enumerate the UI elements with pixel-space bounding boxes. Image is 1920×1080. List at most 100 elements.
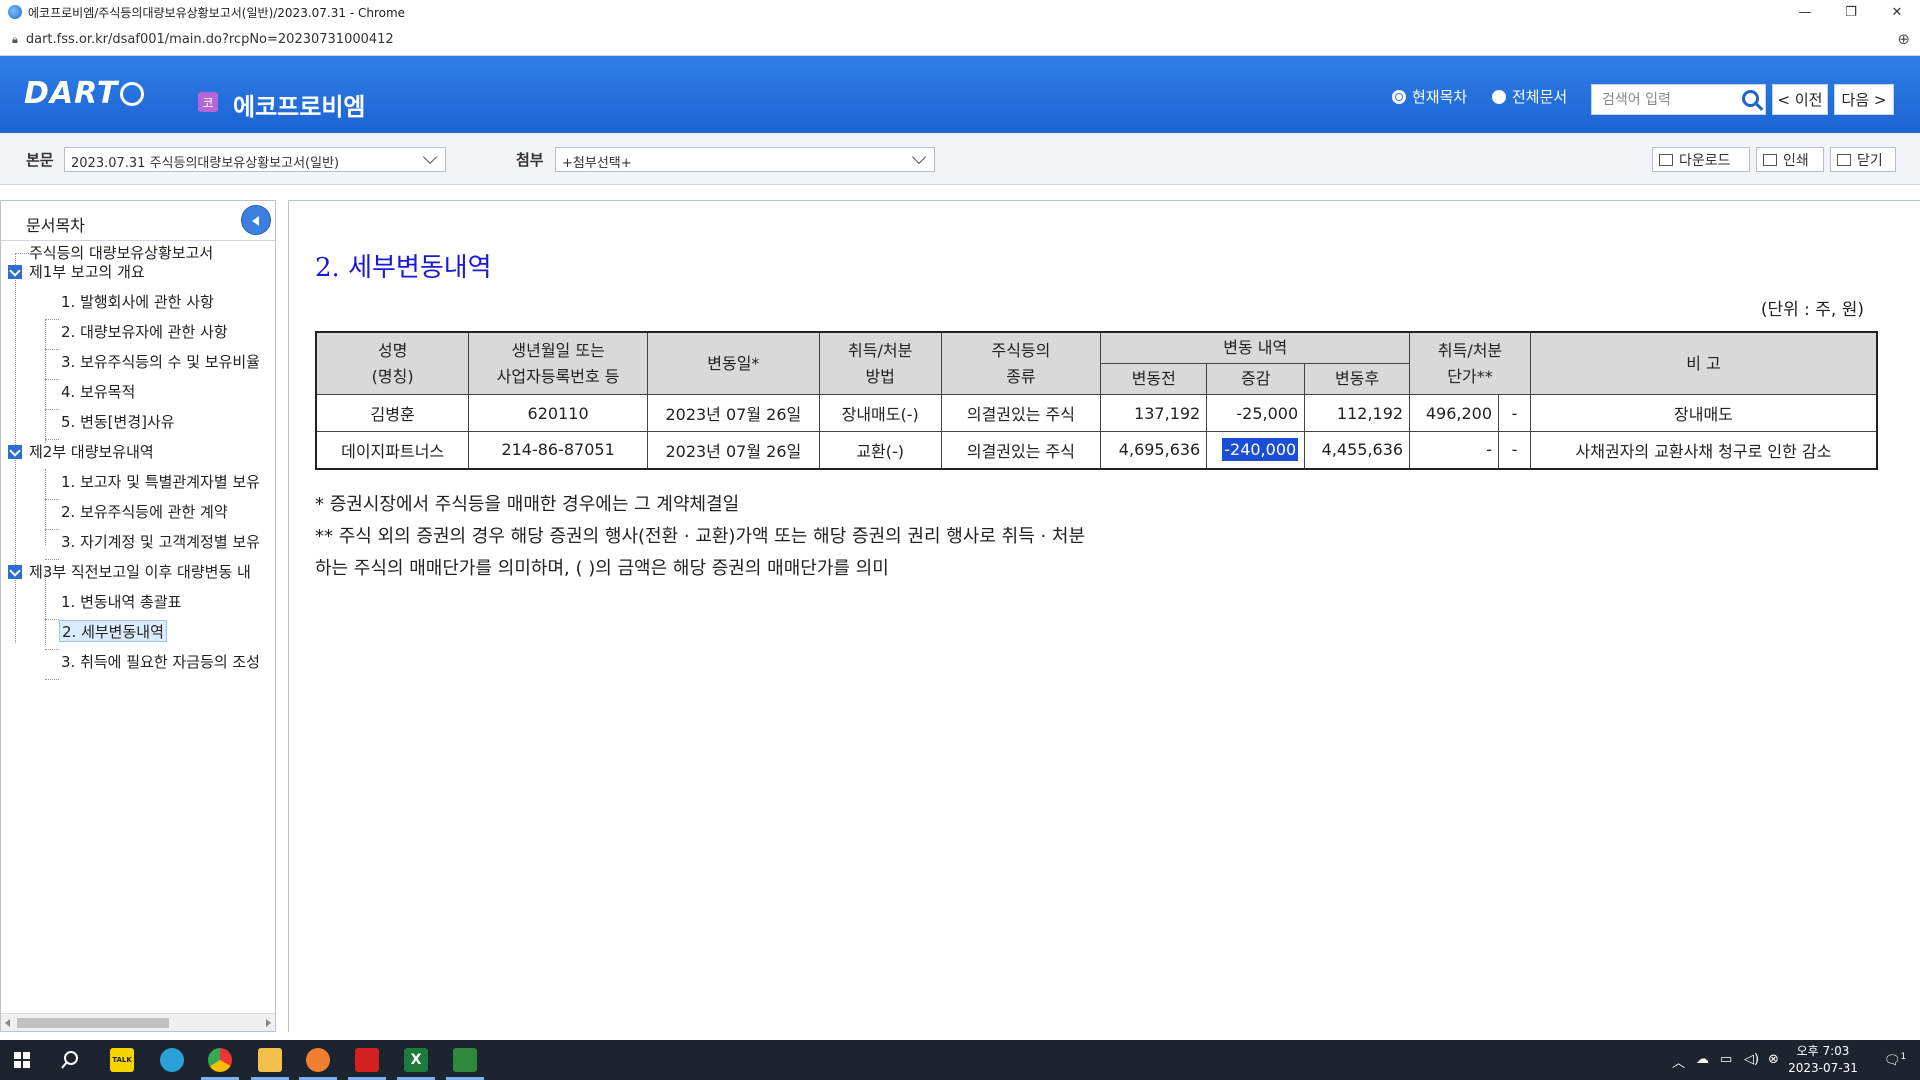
cell-note: 사채권자의 교환사채 청구로 인한 감소 <box>1529 431 1878 469</box>
close-button[interactable]: 닫기 <box>1830 147 1896 172</box>
app-green-icon[interactable] <box>453 1048 477 1072</box>
chrome-icon[interactable] <box>208 1048 232 1072</box>
document-viewer: 2. 세부변동내역 (단위 : 주, 원) 성명 (명칭) 생년월일 또는 사업자등… <box>288 200 1920 1032</box>
tray-chevron-icon[interactable]: ︿ <box>1672 1052 1685 1071</box>
cell-method: 교환(-) <box>818 431 942 469</box>
notification-icon[interactable]: 🗨︎1 <box>1884 1052 1906 1068</box>
toc-item[interactable]: 3. 자기계정 및 고객계정별 보유 <box>61 531 260 553</box>
sidebar-hscrollbar[interactable] <box>1 1013 275 1031</box>
doc-toolbar: 본문 2023.07.31 주식등의대량보유상황보고서(일반) 첨부 +첨부선택… <box>0 133 1920 185</box>
toc-item[interactable]: 2. 보유주식등에 관한 계약 <box>61 501 228 523</box>
kakaotalk-icon[interactable]: TALK <box>110 1048 134 1072</box>
system-clock[interactable]: 오후 7:03 2023-07-31 <box>1778 1043 1868 1077</box>
scroll-right-icon[interactable] <box>266 1019 271 1027</box>
print-button[interactable]: 인쇄 <box>1756 147 1824 172</box>
telegram-icon[interactable] <box>160 1048 184 1072</box>
search-input[interactable] <box>1592 91 1732 108</box>
volume-icon[interactable]: ◁) <box>1744 1052 1759 1067</box>
expand-toggle-icon[interactable] <box>8 565 22 579</box>
close-doc-icon <box>1837 153 1851 166</box>
scroll-thumb[interactable] <box>17 1018 169 1028</box>
expand-toggle-icon[interactable] <box>8 265 22 279</box>
search-box <box>1591 84 1766 115</box>
toc-item-part3[interactable]: 제3부 직전보고일 이후 대량변동 내 <box>29 561 251 583</box>
cell-delta-selected[interactable]: -240,000 <box>1206 431 1306 469</box>
search-icon[interactable] <box>1742 90 1759 107</box>
toc-item-part1[interactable]: 제1부 보고의 개요 <box>29 261 145 283</box>
url-text[interactable]: dart.fss.or.kr/dsaf001/main.do?rcpNo=202… <box>26 32 394 47</box>
network-icon[interactable]: ▭ <box>1720 1052 1732 1067</box>
company-name: 에코프로비엠 <box>233 93 366 121</box>
radio-current-toc[interactable]: 현재목차 <box>1392 86 1467 107</box>
tree-connector <box>45 559 59 560</box>
app-window: 에코프로비엠/주식등의대량보유상황보고서(일반)/2023.07.31 - Ch… <box>0 0 1920 1080</box>
restore-icon[interactable]: ❐ <box>1828 0 1874 24</box>
lock-icon[interactable]: 🔒︎ <box>12 33 18 47</box>
doc-select[interactable]: 2023.07.31 주식등의대량보유상황보고서(일반) <box>64 147 446 172</box>
onedrive-icon[interactable]: ☁︎ <box>1696 1052 1709 1067</box>
attach-select[interactable]: +첨부선택+ <box>555 147 935 172</box>
cell-name: 데이지파트너스 <box>315 431 470 469</box>
cell-before: 4,695,636 <box>1100 431 1208 469</box>
app-red-icon[interactable] <box>355 1048 379 1072</box>
footnote: * 증권시장에서 주식등을 매매한 경우에는 그 계약체결일 <box>315 494 740 515</box>
tree-connector <box>45 319 46 443</box>
minimize-icon[interactable]: — <box>1782 0 1828 24</box>
cell-price: 496,200 <box>1409 394 1500 432</box>
cell-date: 2023년 07월 26일 <box>646 394 820 432</box>
header-cell: 변동 내역 <box>1100 331 1411 364</box>
cell-date: 2023년 07월 26일 <box>646 431 820 469</box>
cell-kind: 의결권있는 주식 <box>940 394 1102 432</box>
header-cell: 변동전 <box>1100 363 1208 395</box>
toc-item[interactable]: 2. 대량보유자에 관한 사항 <box>61 321 228 343</box>
toc-item-part2[interactable]: 제2부 대량보유내역 <box>29 441 154 463</box>
toc-header: 문서목차 <box>1 201 275 241</box>
toc-item[interactable]: 3. 취득에 필요한 자금등의 조성 <box>61 651 260 673</box>
tree-connector <box>45 649 59 650</box>
toc-sidebar: 문서목차 주식등의 대량보유상황보고서 제1부 보고의 개요 1. 발행회사에 … <box>0 200 276 1032</box>
collapse-sidebar-icon[interactable] <box>241 205 271 235</box>
radio-off-icon[interactable] <box>1492 89 1506 104</box>
radio-all-docs[interactable]: 전체문서 <box>1492 86 1567 107</box>
zoom-icon[interactable]: ⊕ <box>1897 30 1910 48</box>
toc-item-selected[interactable]: 2. 세부변동내역 <box>59 620 167 642</box>
change-detail-table: 성명 (명칭) 생년월일 또는 사업자등록번호 등 변동일* 취득/처분 방법 주식등… <box>315 331 1878 470</box>
file-explorer-icon[interactable] <box>258 1048 282 1072</box>
toc-item[interactable]: 5. 변동[변경]사유 <box>61 411 175 433</box>
toc-item[interactable]: 3. 보유주식등의 수 및 보유비율 <box>61 351 260 373</box>
header-cell: 취득/처분 방법 <box>818 331 942 395</box>
app-orange-icon[interactable] <box>306 1048 330 1072</box>
toc-item[interactable]: 4. 보유목적 <box>61 381 135 403</box>
tree-connector <box>45 469 46 545</box>
download-button[interactable]: 다운로드 <box>1652 147 1750 172</box>
toc-item[interactable]: 1. 보고자 및 특별관계자별 보유 <box>61 471 260 493</box>
chevron-down-icon <box>911 149 927 165</box>
next-button[interactable]: 다음 > <box>1834 84 1894 115</box>
header-cell: 증감 <box>1206 363 1306 395</box>
table-row: 김병훈 620110 2023년 07월 26일 장내매도(-) 의결권있는 주… <box>315 394 1878 432</box>
header-cell: 생년월일 또는 사업자등록번호 등 <box>468 331 648 395</box>
search-taskbar-icon[interactable] <box>60 1050 80 1070</box>
expand-toggle-icon[interactable] <box>8 445 22 459</box>
cell-method: 장내매도(-) <box>818 394 942 432</box>
scroll-left-icon[interactable] <box>5 1019 10 1027</box>
close-window-icon[interactable]: ✕ <box>1874 0 1920 24</box>
prev-button[interactable]: < 이전 <box>1772 84 1828 115</box>
tree-connector <box>45 619 59 620</box>
windows-start-icon[interactable] <box>14 1052 30 1068</box>
dart-logo-icon <box>120 82 145 106</box>
attach-label: 첨부 <box>516 151 544 169</box>
radio-on-icon[interactable] <box>1392 89 1406 104</box>
excel-icon[interactable]: X <box>404 1048 428 1072</box>
tree-connector <box>45 349 59 350</box>
tree-connector <box>45 409 59 410</box>
dart-logo[interactable]: DART <box>24 76 145 111</box>
chrome-favicon-icon <box>8 5 22 19</box>
window-controls: — ❐ ✕ <box>1782 0 1920 24</box>
toc-item[interactable]: 1. 변동내역 총괄표 <box>61 591 181 613</box>
toc-item[interactable]: 1. 발행회사에 관한 사항 <box>61 291 214 313</box>
tree-connector <box>45 439 59 440</box>
selected-text[interactable]: -240,000 <box>1222 438 1299 462</box>
address-bar[interactable]: 🔒︎ dart.fss.or.kr/dsaf001/main.do?rcpNo=… <box>0 24 1920 56</box>
doc-label: 본문 <box>26 151 54 169</box>
